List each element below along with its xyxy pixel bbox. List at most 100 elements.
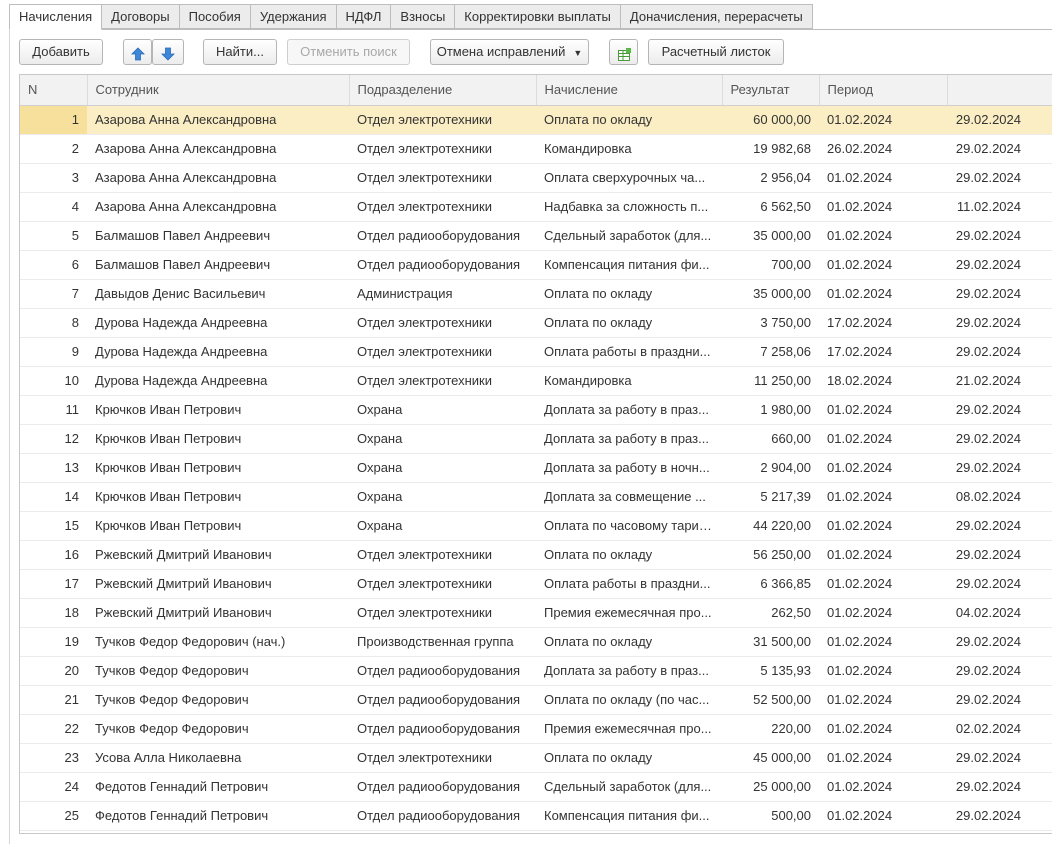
tab-deductions[interactable]: Удержания bbox=[250, 4, 337, 29]
cell-result: 6 562,50 bbox=[722, 192, 819, 222]
cell-accrual: Командировка bbox=[536, 134, 722, 164]
move-down-button[interactable] bbox=[152, 39, 184, 65]
table-row[interactable]: 6 Балмашов Павел Андреевич Отдел радиообор… bbox=[20, 250, 1052, 280]
column-header-period-end[interactable] bbox=[947, 75, 1052, 106]
table-row[interactable]: 7 Давыдов Денис Васильевич Администрация Оп… bbox=[20, 279, 1052, 309]
cell-department: Отдел электротехники bbox=[349, 366, 536, 396]
cell-department: Отдел электротехники bbox=[349, 540, 536, 570]
payslip-button[interactable]: Расчетный листок bbox=[648, 39, 784, 65]
cell-department: Охрана bbox=[349, 395, 536, 425]
cell-employee: Крючков Иван Петрович bbox=[87, 482, 349, 512]
table-row[interactable]: 8 Дурова Надежда Андреевна Отдел электроте… bbox=[20, 308, 1052, 338]
table-row[interactable]: 21 Тучков Федор Федорович Отдел радиообору… bbox=[20, 685, 1052, 715]
table-row[interactable]: 10 Дурова Надежда Андреевна Отдел электрот… bbox=[20, 366, 1052, 396]
cell-result: 2 904,00 bbox=[722, 453, 819, 483]
accruals-table[interactable]: N Сотрудник Подразделение Начисление Рез… bbox=[19, 74, 1052, 834]
cell-period-start: 01.02.2024 bbox=[819, 801, 947, 831]
cell-period-end: 29.02.2024 bbox=[947, 424, 1052, 454]
table-row[interactable]: 3 Азарова Анна Александровна Отдел электро… bbox=[20, 163, 1052, 193]
cell-period-start: 01.02.2024 bbox=[819, 250, 947, 280]
cell-n: 9 bbox=[20, 337, 87, 367]
cell-result: 11 250,00 bbox=[722, 366, 819, 396]
cell-period-start: 01.02.2024 bbox=[819, 656, 947, 686]
table-row[interactable]: 22 Тучков Федор Федорович Отдел радиообору… bbox=[20, 714, 1052, 744]
cell-employee: Тучков Федор Федорович bbox=[87, 714, 349, 744]
table-row[interactable]: 1 Азарова Анна Александровна Отдел электро… bbox=[20, 105, 1052, 135]
cell-employee: Федотов Геннадий Петрович bbox=[87, 772, 349, 802]
cell-accrual: Оплата сверхурочных ча... bbox=[536, 163, 722, 193]
table-row[interactable]: 12 Крючков Иван Петрович Охрана Доплата за … bbox=[20, 424, 1052, 454]
table-row[interactable]: 19 Тучков Федор Федорович (нач.) Производс… bbox=[20, 627, 1052, 657]
cell-department: Охрана bbox=[349, 453, 536, 483]
table-row[interactable]: 16 Ржевский Дмитрий Иванович Отдел электро… bbox=[20, 540, 1052, 570]
cell-n: 13 bbox=[20, 453, 87, 483]
tab-payment-corrections[interactable]: Корректировки выплаты bbox=[455, 4, 621, 29]
cell-employee: Дурова Надежда Андреевна bbox=[87, 308, 349, 338]
table-row[interactable]: 24 Федотов Геннадий Петрович Отдел радиооб… bbox=[20, 772, 1052, 802]
table-row[interactable]: 20 Тучков Федор Федорович Отдел радиообору… bbox=[20, 656, 1052, 686]
cell-period-end: 29.02.2024 bbox=[947, 569, 1052, 599]
table-row[interactable]: 5 Балмашов Павел Андреевич Отдел радиообор… bbox=[20, 221, 1052, 251]
cell-period-end: 29.02.2024 bbox=[947, 395, 1052, 425]
cell-result: 262,50 bbox=[722, 598, 819, 628]
cell-department: Администрация bbox=[349, 279, 536, 309]
table-row[interactable]: 14 Крючков Иван Петрович Охрана Доплата за … bbox=[20, 482, 1052, 512]
table-row[interactable]: 18 Ржевский Дмитрий Иванович Отдел электро… bbox=[20, 598, 1052, 628]
table-row[interactable]: 25 Федотов Геннадий Петрович Отдел радиооб… bbox=[20, 801, 1052, 831]
column-header-accrual[interactable]: Начисление bbox=[536, 75, 723, 106]
table-row[interactable]: 11 Крючков Иван Петрович Охрана Доплата за … bbox=[20, 395, 1052, 425]
table-row[interactable]: 15 Крючков Иван Петрович Охрана Оплата по ч… bbox=[20, 511, 1052, 541]
column-header-department[interactable]: Подразделение bbox=[349, 75, 537, 106]
cell-n: 15 bbox=[20, 511, 87, 541]
find-button[interactable]: Найти... bbox=[203, 39, 277, 65]
cell-department: Охрана bbox=[349, 511, 536, 541]
cell-result: 500,00 bbox=[722, 801, 819, 831]
cell-period-end: 29.02.2024 bbox=[947, 540, 1052, 570]
table-row[interactable]: 9 Дурова Надежда Андреевна Отдел электроте… bbox=[20, 337, 1052, 367]
tab-contracts[interactable]: Договоры bbox=[102, 4, 180, 29]
table-settings-button[interactable] bbox=[609, 39, 638, 65]
table-row[interactable]: 13 Крючков Иван Петрович Охрана Доплата за … bbox=[20, 453, 1052, 483]
cell-result: 5 217,39 bbox=[722, 482, 819, 512]
cell-n: 1 bbox=[20, 105, 87, 135]
cell-period-start: 01.02.2024 bbox=[819, 598, 947, 628]
cell-employee: Балмашов Павел Андреевич bbox=[87, 221, 349, 251]
cancel-corrections-dropdown[interactable]: Отмена исправлений ▼ bbox=[430, 39, 589, 65]
tab-accruals[interactable]: Начисления bbox=[9, 4, 103, 30]
column-header-n[interactable]: N bbox=[20, 75, 88, 106]
table-row[interactable]: 4 Азарова Анна Александровна Отдел электро… bbox=[20, 192, 1052, 222]
cell-n: 23 bbox=[20, 743, 87, 773]
cancel-search-button[interactable]: Отменить поиск bbox=[287, 39, 410, 65]
table-row[interactable]: 2 Азарова Анна Александровна Отдел электро… bbox=[20, 134, 1052, 164]
cell-period-start: 01.02.2024 bbox=[819, 192, 947, 222]
cell-employee: Крючков Иван Петрович bbox=[87, 453, 349, 483]
cell-accrual: Оплата работы в праздни... bbox=[536, 569, 722, 599]
table-row[interactable]: 17 Ржевский Дмитрий Иванович Отдел электро… bbox=[20, 569, 1052, 599]
cell-accrual: Оплата по окладу bbox=[536, 308, 722, 338]
cell-department: Отдел радиооборудования bbox=[349, 685, 536, 715]
cell-period-end: 29.02.2024 bbox=[947, 250, 1052, 280]
cell-period-start: 01.02.2024 bbox=[819, 453, 947, 483]
cell-period-start: 01.02.2024 bbox=[819, 540, 947, 570]
cell-period-end: 11.02.2024 bbox=[947, 192, 1052, 222]
cell-period-start: 01.02.2024 bbox=[819, 743, 947, 773]
move-up-button[interactable] bbox=[123, 39, 152, 65]
tab-ndfl[interactable]: НДФЛ bbox=[336, 4, 392, 29]
tab-benefits[interactable]: Пособия bbox=[179, 4, 251, 29]
tab-bar: Начисления Договоры Пособия Удержания НД… bbox=[9, 4, 813, 30]
panel-border bbox=[9, 29, 10, 844]
cell-result: 2 956,04 bbox=[722, 163, 819, 193]
tab-contributions[interactable]: Взносы bbox=[391, 4, 456, 29]
column-header-employee[interactable]: Сотрудник bbox=[87, 75, 350, 106]
tab-additional-accruals[interactable]: Доначисления, перерасчеты bbox=[620, 4, 813, 29]
cell-period-end: 29.02.2024 bbox=[947, 511, 1052, 541]
column-header-result[interactable]: Результат bbox=[722, 75, 820, 106]
table-row[interactable]: 23 Усова Алла Николаевна Отдел электротехн… bbox=[20, 743, 1052, 773]
cell-n: 7 bbox=[20, 279, 87, 309]
column-header-period[interactable]: Период bbox=[819, 75, 948, 106]
cell-result: 60 000,00 bbox=[722, 105, 819, 135]
add-button[interactable]: Добавить bbox=[19, 39, 103, 65]
cell-department: Отдел радиооборудования bbox=[349, 801, 536, 831]
cell-period-start: 17.02.2024 bbox=[819, 308, 947, 338]
table-settings-icon bbox=[617, 47, 631, 61]
